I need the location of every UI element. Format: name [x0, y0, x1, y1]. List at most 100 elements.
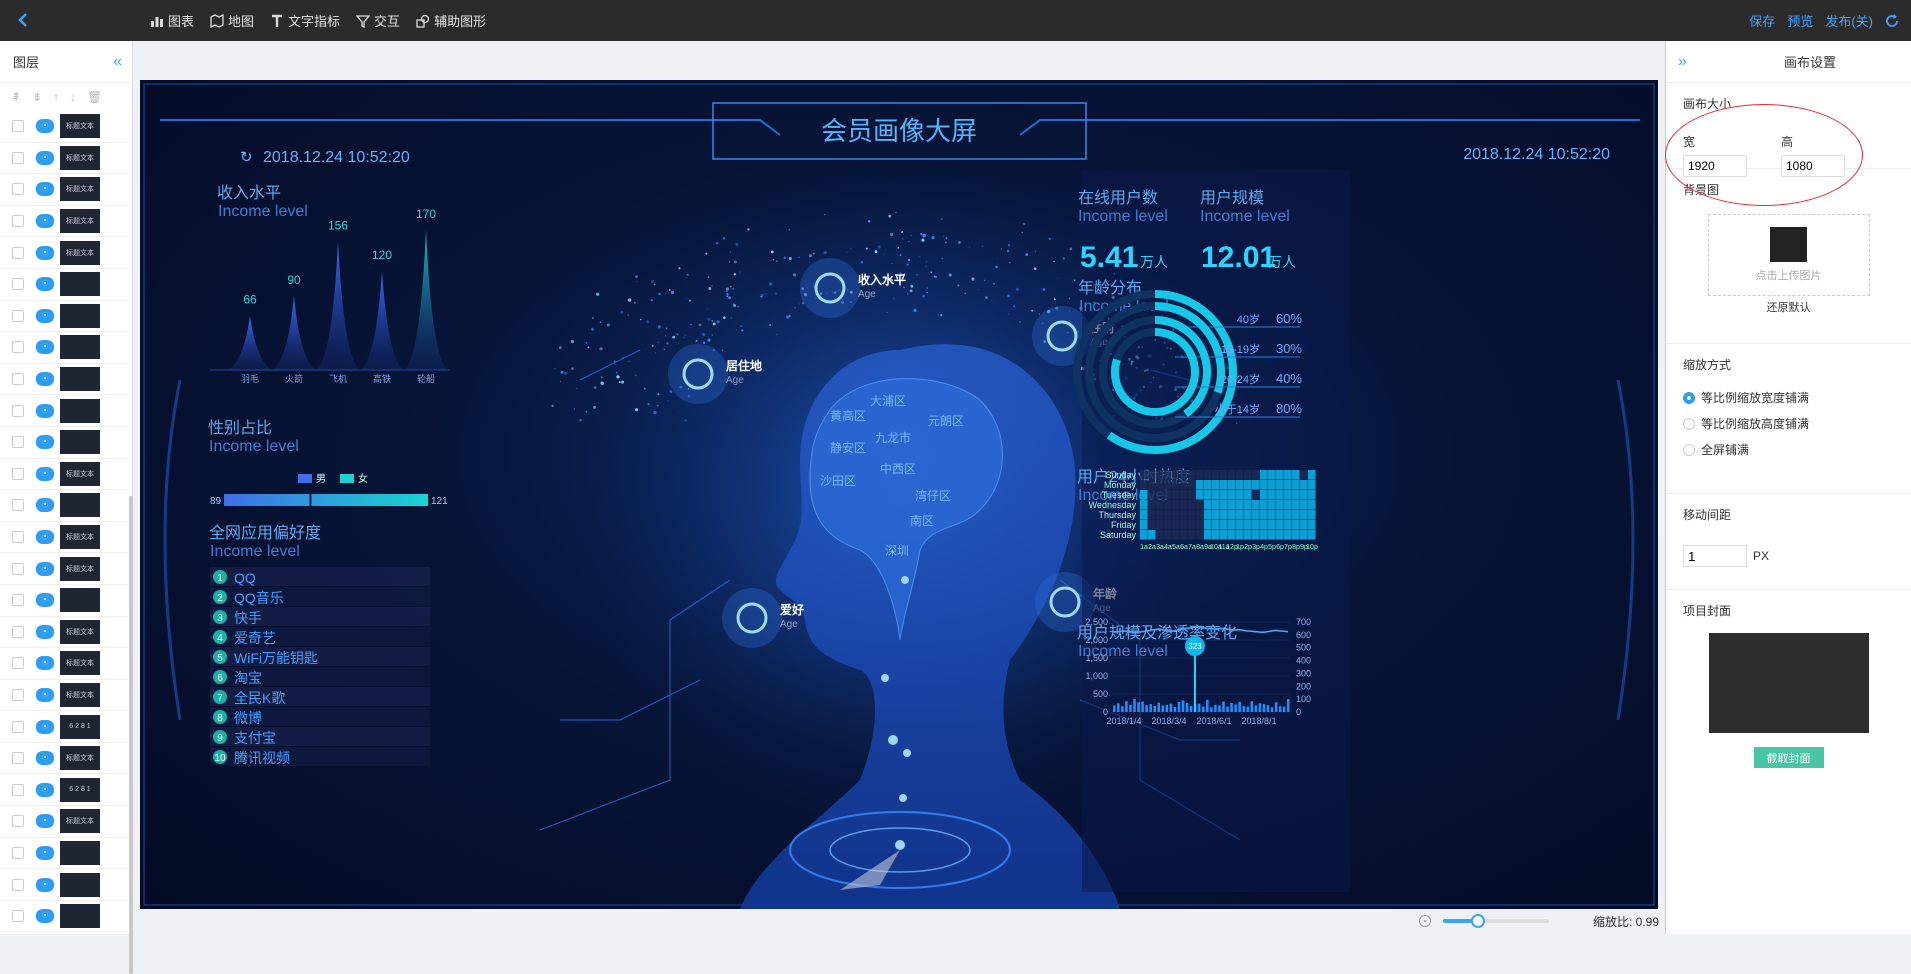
layer-checkbox[interactable]	[12, 246, 24, 259]
layer-row[interactable]: 标题文本	[0, 648, 128, 680]
layer-checkbox[interactable]	[12, 467, 24, 480]
move-up-icon[interactable]: ↑	[53, 90, 59, 104]
preview-button[interactable]: 预览	[1787, 11, 1813, 30]
layer-checkbox[interactable]	[12, 752, 24, 765]
eye-icon[interactable]	[36, 530, 54, 545]
layer-row[interactable]: 标题文本	[0, 680, 128, 712]
back-chevron-icon[interactable]	[12, 9, 34, 31]
layer-checkbox[interactable]	[12, 120, 24, 133]
move-top-icon[interactable]: ⇞	[11, 90, 21, 104]
layer-row[interactable]: 标题文本	[0, 206, 128, 238]
layer-row[interactable]: 标题文本	[0, 806, 128, 838]
layer-checkbox[interactable]	[12, 373, 24, 386]
eye-icon[interactable]	[36, 877, 54, 892]
layer-row[interactable]: 标题文本	[0, 743, 128, 775]
zoom-slider-handle[interactable]	[1470, 914, 1485, 928]
layer-row[interactable]	[0, 364, 128, 396]
layer-checkbox[interactable]	[12, 341, 24, 354]
layer-row[interactable]	[0, 269, 128, 301]
layer-checkbox[interactable]	[12, 720, 24, 733]
eye-icon[interactable]	[36, 719, 54, 734]
layer-checkbox[interactable]	[12, 151, 24, 164]
layer-row[interactable]: 标题文本	[0, 174, 128, 206]
layer-row[interactable]	[0, 901, 128, 933]
move-down-icon[interactable]: ↓	[70, 90, 76, 104]
tool-text[interactable]: 文字指标	[270, 11, 340, 30]
layer-row[interactable]	[0, 838, 128, 870]
layer-row[interactable]: 标题文本	[0, 617, 128, 649]
eye-icon[interactable]	[36, 245, 54, 260]
capture-cover-button[interactable]: 截取封面	[1753, 747, 1824, 768]
eye-icon[interactable]	[36, 593, 54, 608]
zoom-out-icon[interactable]: -	[1418, 915, 1431, 927]
layer-checkbox[interactable]	[12, 878, 24, 891]
tool-shapes[interactable]: 辅助图形	[416, 11, 486, 30]
eye-icon[interactable]	[36, 624, 54, 639]
eye-icon[interactable]	[36, 782, 54, 797]
layer-checkbox[interactable]	[12, 910, 24, 923]
layer-row[interactable]	[0, 585, 128, 617]
refresh-icon[interactable]	[1885, 13, 1899, 28]
eye-icon[interactable]	[36, 845, 54, 860]
layer-checkbox[interactable]	[12, 215, 24, 228]
layer-checkbox[interactable]	[12, 436, 24, 449]
eye-icon[interactable]	[36, 119, 54, 134]
layer-row[interactable]	[0, 301, 128, 333]
eye-icon[interactable]	[36, 498, 54, 513]
zoom-slider[interactable]	[1442, 914, 1549, 928]
layer-checkbox[interactable]	[12, 309, 24, 322]
radio-unselected[interactable]	[1683, 443, 1695, 456]
layer-checkbox[interactable]	[12, 846, 24, 859]
layer-row[interactable]	[0, 427, 128, 459]
layer-row[interactable]: 标题文本	[0, 143, 128, 175]
scale-mode-option-height[interactable]: 等比例缩放高度铺满	[1683, 415, 1894, 432]
layer-checkbox[interactable]	[12, 278, 24, 291]
eye-icon[interactable]	[36, 372, 54, 387]
layer-checkbox[interactable]	[12, 815, 24, 828]
layer-row[interactable]: 6 2 8 1	[0, 774, 128, 807]
layer-checkbox[interactable]	[12, 562, 24, 575]
move-step-input[interactable]	[1683, 545, 1747, 567]
upload-background[interactable]: 点击上传图片	[1707, 214, 1870, 296]
eye-icon[interactable]	[36, 182, 54, 197]
eye-icon[interactable]	[36, 561, 54, 576]
reset-default-button[interactable]: 还原默认	[1683, 299, 1894, 315]
layer-row[interactable]: 标题文本	[0, 553, 128, 585]
layer-row[interactable]: 标题文本	[0, 459, 128, 491]
layer-row[interactable]	[0, 869, 128, 901]
radio-selected[interactable]	[1683, 391, 1695, 404]
layer-checkbox[interactable]	[12, 404, 24, 417]
eye-icon[interactable]	[36, 466, 54, 481]
layer-checkbox[interactable]	[12, 499, 24, 512]
eye-icon[interactable]	[36, 909, 54, 924]
layer-row[interactable]	[0, 490, 128, 522]
tool-map[interactable]: 地图	[210, 11, 254, 30]
layer-row[interactable]	[0, 395, 128, 427]
layer-checkbox[interactable]	[12, 594, 24, 607]
delete-icon[interactable]: 🗑	[87, 90, 102, 104]
layer-row[interactable]: 标题文本	[0, 522, 128, 554]
layer-checkbox[interactable]	[12, 625, 24, 638]
eye-icon[interactable]	[36, 277, 54, 292]
layer-checkbox[interactable]	[12, 657, 24, 670]
eye-icon[interactable]	[36, 814, 54, 829]
eye-icon[interactable]	[36, 340, 54, 355]
eye-icon[interactable]	[36, 308, 54, 323]
save-button[interactable]: 保存	[1749, 11, 1775, 30]
move-bottom-icon[interactable]: ⇟	[32, 90, 42, 104]
eye-icon[interactable]	[36, 751, 54, 766]
layer-row[interactable]: 标题文本	[0, 237, 128, 269]
tool-chart[interactable]: 图表	[150, 11, 194, 30]
eye-icon[interactable]	[36, 214, 54, 229]
expand-panel-icon[interactable]: »	[1678, 53, 1687, 71]
layer-row[interactable]	[0, 332, 128, 364]
eye-icon[interactable]	[36, 656, 54, 671]
layer-checkbox[interactable]	[12, 783, 24, 796]
layer-checkbox[interactable]	[12, 183, 24, 196]
tool-interact[interactable]: 交互	[356, 11, 400, 30]
eye-icon[interactable]	[36, 403, 54, 418]
layer-scrollbar[interactable]	[129, 496, 133, 974]
canvas-screen[interactable]: 会员画像大屏 2018.12.24 10:52:20 ↻ 2018.12.24 …	[140, 80, 1658, 909]
radio-unselected[interactable]	[1683, 417, 1695, 430]
collapse-panel-icon[interactable]: «	[113, 53, 122, 71]
